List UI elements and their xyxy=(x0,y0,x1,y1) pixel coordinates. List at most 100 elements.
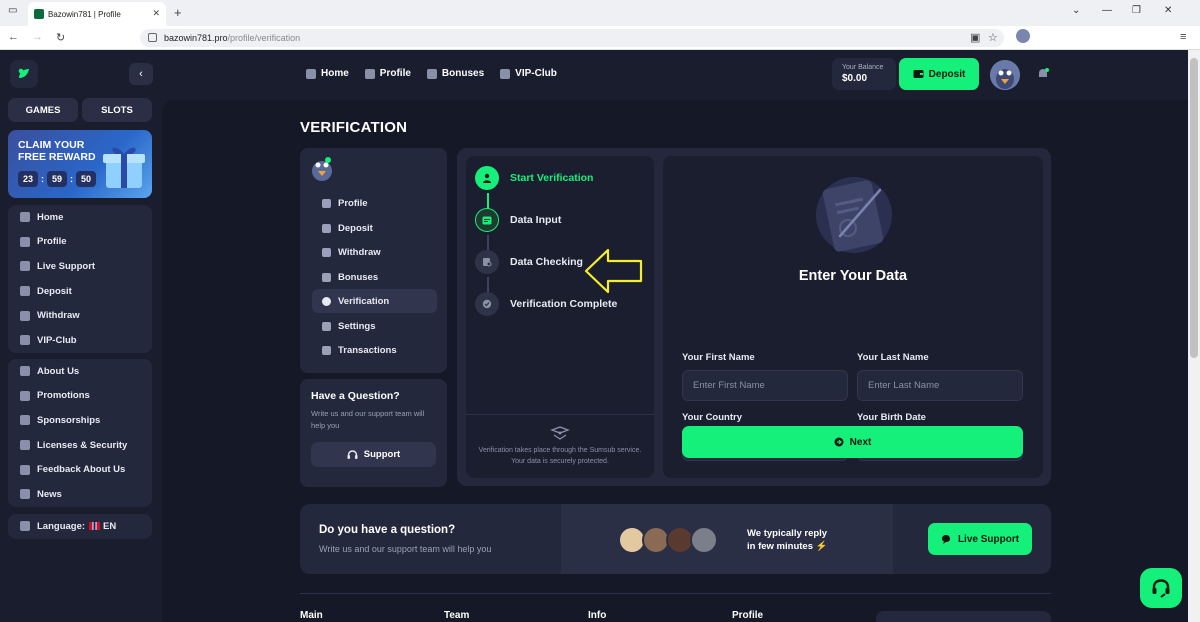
profile-menu-transactions[interactable]: Transactions xyxy=(312,338,437,362)
topnav-bonuses[interactable]: Bonuses xyxy=(426,68,484,79)
penguin-avatar-icon[interactable] xyxy=(310,156,334,182)
reply-time: We typically reply in few minutes ⚡ xyxy=(747,528,828,552)
profile-menu-bonuses[interactable]: Bonuses xyxy=(312,265,437,289)
install-app-icon[interactable]: ▣ xyxy=(970,31,980,44)
browser-tab[interactable]: Bazowin781 | Profile ✕ xyxy=(28,2,166,26)
reload-icon[interactable]: ↻ xyxy=(56,31,65,44)
timer-hours: 23 xyxy=(18,171,38,187)
sidebar-item-deposit[interactable]: Deposit xyxy=(8,279,152,304)
chevron-left-icon: ‹ xyxy=(139,68,143,80)
question-title: Have a Question? xyxy=(311,390,400,402)
url-field[interactable]: bazowin781.pro/profile/verification xyxy=(140,29,1004,47)
balance-value: $0.00 xyxy=(842,73,868,84)
site-info-icon[interactable] xyxy=(148,33,157,42)
close-window-icon[interactable]: ✕ xyxy=(1164,5,1172,16)
profile-menu-profile[interactable]: Profile xyxy=(312,191,437,215)
sidebar: ‹ GAMES SLOTS CLAIM YOUR FREE REWARD 23 … xyxy=(0,50,160,622)
sidebar-item-vip-club[interactable]: VIP-Club xyxy=(8,328,152,353)
sidebar-item-withdraw[interactable]: Withdraw xyxy=(8,303,152,328)
avatar xyxy=(690,526,718,554)
page: ‹ GAMES SLOTS CLAIM YOUR FREE REWARD 23 … xyxy=(0,50,1188,622)
sidebar-item-profile[interactable]: Profile xyxy=(8,230,152,255)
sidebar-item-promotions[interactable]: Promotions xyxy=(8,384,152,409)
sidebar-item-live-support[interactable]: Live Support xyxy=(8,254,152,279)
info-menu: About Us Promotions Sponsorships License… xyxy=(8,359,152,507)
last-name-input[interactable] xyxy=(857,370,1023,401)
headset-icon xyxy=(347,449,358,459)
close-tab-icon[interactable]: ✕ xyxy=(152,8,160,19)
language-selector[interactable]: Language: EN xyxy=(8,514,152,539)
live-support-button[interactable]: Live Support xyxy=(928,523,1032,555)
chevron-down-icon[interactable]: ⌄ xyxy=(1072,5,1080,16)
support-band: Do you have a question? Write us and our… xyxy=(300,504,1051,574)
slots-tab[interactable]: SLOTS xyxy=(82,98,152,122)
shield-icon xyxy=(20,440,30,451)
sidebar-item-about-us[interactable]: About Us xyxy=(8,359,152,384)
support-band-desc: Write us and our support team will help … xyxy=(319,544,492,554)
sidebar-item-sponsorships[interactable]: Sponsorships xyxy=(8,408,152,433)
step-start-verification: Start Verification xyxy=(475,166,593,190)
browser-profile-icon[interactable] xyxy=(1016,29,1030,43)
id-card-icon xyxy=(482,216,492,224)
withdraw-icon xyxy=(322,247,331,257)
user-icon xyxy=(364,68,375,79)
back-icon[interactable]: ← xyxy=(8,31,19,43)
deposit-button[interactable]: Deposit xyxy=(899,58,979,90)
topnav-home[interactable]: Home xyxy=(306,68,349,79)
sumsub-logo-icon xyxy=(550,426,570,440)
news-icon xyxy=(20,489,30,500)
bookmark-star-icon[interactable]: ☆ xyxy=(988,31,998,44)
step-data-checking: Data Checking xyxy=(475,250,583,274)
profile-menu-withdraw[interactable]: Withdraw xyxy=(312,240,437,264)
user-icon xyxy=(322,198,331,208)
document-pen-icon xyxy=(816,177,892,253)
user-avatar[interactable] xyxy=(990,60,1020,90)
question-box: Have a Question? Write us and our suppor… xyxy=(300,379,447,487)
browser-menu-icon[interactable]: ≡ xyxy=(1180,31,1186,43)
home-icon xyxy=(306,68,316,79)
sidebar-item-feedback[interactable]: Feedback About Us xyxy=(8,457,152,482)
sidebar-item-home[interactable]: Home xyxy=(8,205,152,230)
transactions-icon xyxy=(322,345,331,355)
feedback-icon xyxy=(20,464,30,475)
topnav-profile[interactable]: Profile xyxy=(364,68,411,79)
sidebar-item-licenses[interactable]: Licenses & Security xyxy=(8,433,152,458)
profile-menu-deposit[interactable]: Deposit xyxy=(312,216,437,240)
footer-col-team: Team xyxy=(444,610,470,621)
wallet-icon xyxy=(913,70,924,78)
collapse-sidebar-button[interactable]: ‹ xyxy=(129,63,153,85)
sidebar-item-news[interactable]: News xyxy=(8,482,152,507)
lightning-icon: ⚡ xyxy=(815,541,828,552)
footer-col-info: Info xyxy=(588,610,607,621)
new-tab-icon[interactable]: + xyxy=(174,5,182,20)
gear-icon xyxy=(322,321,331,331)
profile-menu-verification[interactable]: Verification xyxy=(312,289,437,313)
search-document-icon xyxy=(483,258,492,267)
chat-icon xyxy=(20,261,30,272)
notification-bell-icon[interactable] xyxy=(1036,67,1050,81)
forward-icon[interactable]: → xyxy=(32,31,43,43)
maximize-icon[interactable]: ❐ xyxy=(1132,5,1141,16)
profile-menu: Profile Deposit Withdraw Bonuses Verific… xyxy=(300,148,447,373)
claim-reward-banner[interactable]: CLAIM YOUR FREE REWARD 23 : 59 : 50 xyxy=(8,130,152,198)
site-logo[interactable] xyxy=(10,60,38,88)
footer-col-main: Main xyxy=(300,610,323,621)
wallet-icon xyxy=(322,223,331,233)
first-name-input[interactable] xyxy=(682,370,848,401)
topnav-vip-club[interactable]: VIP-Club xyxy=(500,68,557,79)
games-tab[interactable]: GAMES xyxy=(8,98,78,122)
first-name-label: Your First Name xyxy=(682,352,755,363)
language-code: EN xyxy=(103,520,117,532)
url-host: bazowin781.pro xyxy=(164,33,228,43)
live-chat-fab[interactable] xyxy=(1140,568,1182,608)
page-scrollbar[interactable] xyxy=(1188,50,1200,622)
next-button[interactable]: Next xyxy=(682,426,1023,458)
minimize-icon[interactable]: — xyxy=(1102,5,1112,16)
profile-menu-settings[interactable]: Settings xyxy=(312,314,437,338)
tab-list-icon[interactable]: ▭ xyxy=(8,5,17,16)
headset-icon xyxy=(1152,579,1170,598)
main-menu: Home Profile Live Support Deposit Withdr… xyxy=(8,205,152,353)
support-button[interactable]: Support xyxy=(311,442,436,467)
balance-label: Your Balance xyxy=(842,64,884,71)
reward-title: CLAIM YOUR FREE REWARD xyxy=(18,139,96,163)
